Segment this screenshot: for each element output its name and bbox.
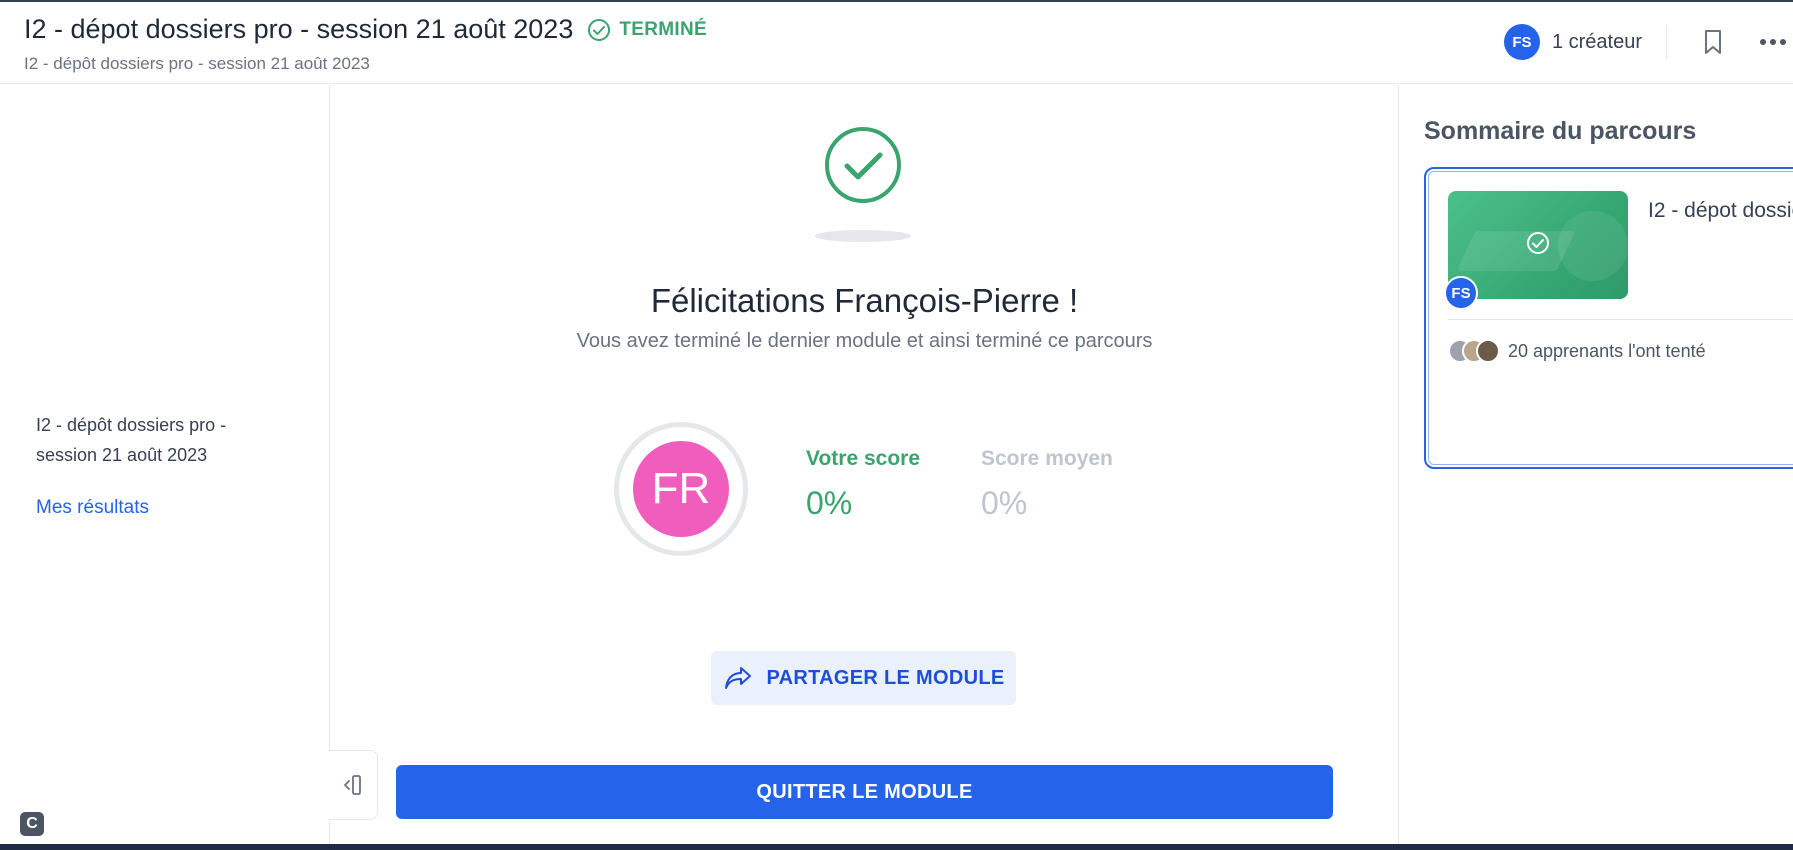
user-avatar: FR <box>633 441 729 537</box>
icon-shadow <box>815 230 911 242</box>
average-score-label: Score moyen <box>981 447 1113 470</box>
learners-count: 20 apprenants l'ont tenté <box>1508 340 1706 361</box>
bookmark-button[interactable] <box>1691 20 1735 64</box>
module-creator-avatar: FS <box>1444 276 1478 310</box>
share-module-label: PARTAGER LE MODULE <box>766 666 1005 689</box>
completion-message: Vous avez terminé le dernier module et a… <box>576 330 1153 352</box>
header-actions: FS 1 créateur <box>1503 20 1793 64</box>
main-content: Félicitations François-Pierre ! Vous ave… <box>331 85 1398 845</box>
bookmark-icon <box>1705 30 1721 54</box>
module-card-title[interactable]: I2 - dépot dossiers pro - session 21 aoû… <box>1648 199 1793 223</box>
congratulations-heading: Félicitations François-Pierre ! <box>650 282 1079 319</box>
page-subtitle: I2 - dépôt dossiers pro - session 21 aoû… <box>24 54 370 73</box>
more-icon <box>1760 39 1786 45</box>
course-name: I2 - dépôt dossiers pro - session 21 aoû… <box>36 415 227 465</box>
thumbnail-decoration <box>1558 211 1628 281</box>
average-score-value: 0% <box>981 485 1028 521</box>
learner-avatars <box>1448 339 1500 363</box>
creators-link[interactable]: 1 créateur <box>1552 31 1642 54</box>
summary-title: Sommaire du parcours <box>1424 117 1697 145</box>
quit-module-button[interactable]: QUITTER LE MODULE <box>396 765 1333 819</box>
check-circle-icon <box>588 18 611 41</box>
page-title: I2 - dépot dossiers pro - session 21 aoû… <box>24 14 574 44</box>
course-summary-panel: Sommaire du parcours FS I2 - dépot dossi… <box>1398 85 1793 845</box>
creator-avatar[interactable]: FS <box>1503 24 1540 60</box>
share-icon <box>724 667 751 689</box>
module-card[interactable]: FS I2 - dépot dossiers pro - session 21 … <box>1424 167 1793 469</box>
status-badge: TERMINÉ <box>587 18 707 42</box>
my-results-link[interactable]: Mes résultats <box>36 497 149 519</box>
success-check-icon <box>825 127 901 203</box>
learners-info: 20 apprenants l'ont tenté <box>1448 339 1706 363</box>
share-module-button[interactable]: PARTAGER LE MODULE <box>711 651 1016 705</box>
taskbar-edge <box>0 844 1793 850</box>
header: I2 - dépot dossiers pro - session 21 aoû… <box>0 2 1793 84</box>
my-score-label: Votre score <box>806 447 920 470</box>
check-circle-icon <box>1527 232 1549 254</box>
status-label: TERMINÉ <box>619 18 707 40</box>
learner-avatar <box>1476 339 1500 363</box>
my-score: Votre score 0% <box>806 447 920 522</box>
user-avatar-ring: FR <box>614 422 748 556</box>
average-score: Score moyen 0% <box>981 447 1113 522</box>
divider <box>1666 25 1667 59</box>
more-options-button[interactable] <box>1755 20 1791 64</box>
my-score-value: 0% <box>806 485 853 521</box>
divider <box>1448 319 1793 320</box>
title-row: I2 - dépot dossiers pro - session 21 aoû… <box>24 14 707 45</box>
left-sidebar: I2 - dépôt dossiers pro - session 21 aoû… <box>0 85 330 845</box>
app-badge[interactable]: C <box>20 812 44 836</box>
